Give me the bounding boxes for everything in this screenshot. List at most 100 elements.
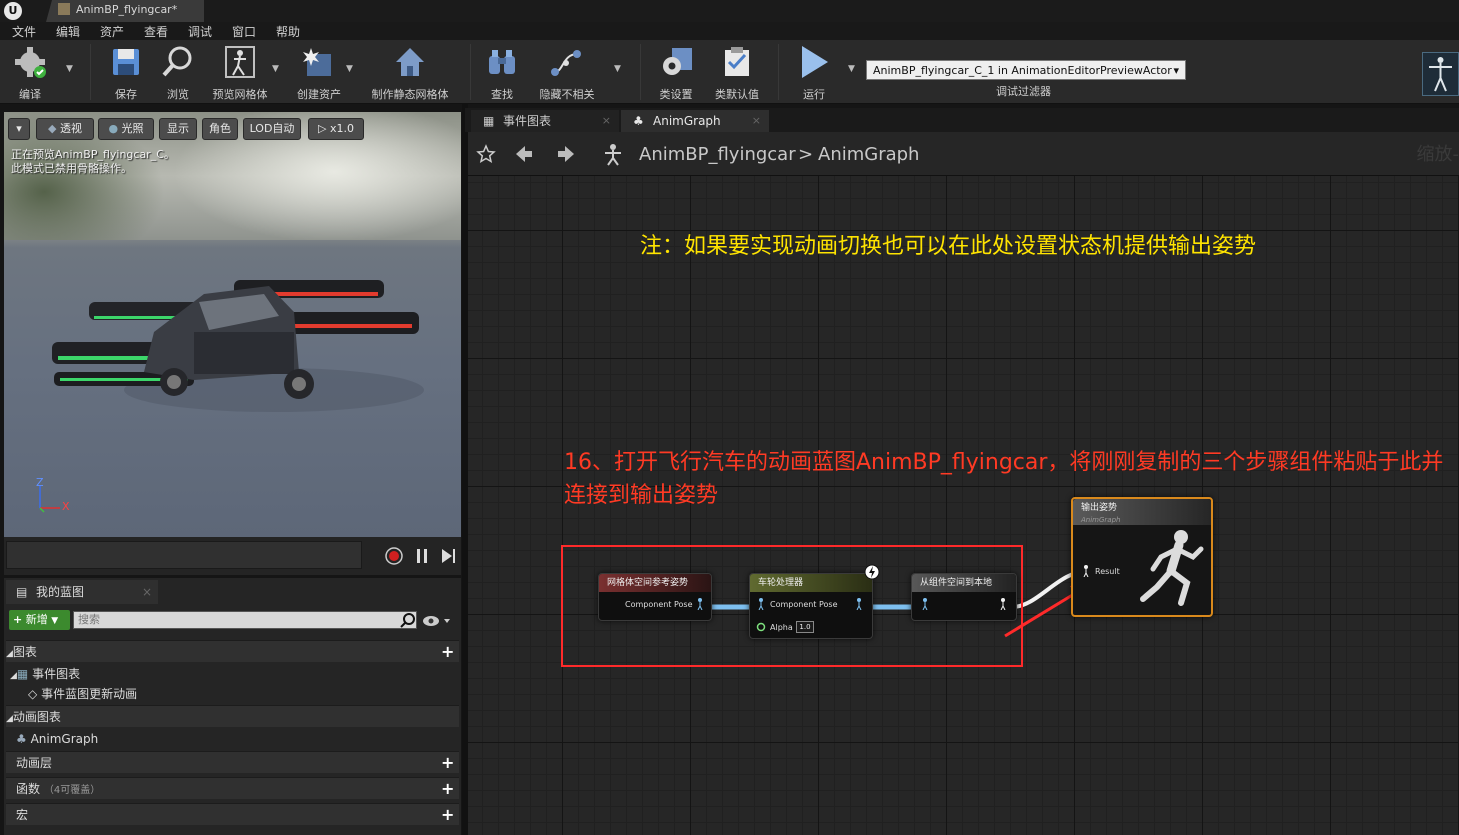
event-graph-item[interactable]: ◢▦ 事件图表 [6,663,459,685]
alpha-value-input[interactable]: 1.0 [796,621,814,633]
add-new-button[interactable]: + 新增 ▼ [9,610,70,630]
event-update-animation-item[interactable]: ◇ 事件蓝图更新动画 [6,683,459,705]
node-wires [704,569,1090,638]
document-tab[interactable]: AnimBP_flyingcar* [46,0,204,22]
timeline-track[interactable] [6,541,362,569]
breadcrumb-blueprint[interactable]: AnimBP_flyingcar [639,144,796,165]
skeleton-mode-button[interactable] [1422,52,1459,96]
my-blueprint-tab-label: 我的蓝图 [36,585,85,599]
anim-graph-canvas[interactable]: 注：如果要实现动画切换也可以在此处设置状态机提供输出姿势 16、打开飞行汽车的动… [468,176,1459,835]
preview-viewport[interactable]: ▾ ◆ 透视 ● 光照 显示 角色 LOD自动 ▷ x1.0 正在预览AnimB… [4,112,461,537]
result-pin-icon[interactable] [1083,565,1089,577]
perspective-button[interactable]: ◆ 透视 [36,118,94,140]
menu-debug[interactable]: 调试 [188,23,212,40]
record-icon[interactable] [384,546,404,566]
hide-unrelated-label: 隐藏不相关 [539,88,595,101]
menu-asset[interactable]: 资产 [100,23,124,40]
lod-auto-button[interactable]: LOD自动 [243,118,301,140]
pause-icon[interactable] [412,546,432,566]
node-wheel-handler[interactable]: 车轮处理器 Component Pose Alpha 1.0 [749,564,880,639]
graph-tab-bar: ▦ 事件图表 × ♣ AnimGraph × [465,108,1459,132]
class-defaults-button[interactable]: 类默认值 [710,42,764,102]
flying-car-model [52,280,424,412]
add-anim-layer-plus-icon[interactable]: + [441,755,454,771]
menu-window[interactable]: 窗口 [232,23,256,40]
make-static-mesh-button[interactable]: 制作静态网格体 [364,42,456,102]
lit-button[interactable]: ● 光照 [98,118,154,140]
class-defaults-label: 类默认值 [715,88,759,101]
tab-anim-graph[interactable]: ♣ AnimGraph × [621,110,769,132]
play-triangle-icon [802,46,828,78]
node-mesh-space-ref-pose[interactable]: 网格体空间参考姿势 Component Pose [598,573,712,621]
toolbar-separator [470,44,471,100]
play-speed-icon: ▷ [318,122,327,135]
add-graph-plus-icon[interactable]: + [441,644,454,660]
browse-button[interactable]: 浏览 [156,42,200,102]
pin-label: Component Pose [770,600,838,609]
hide-unrelated-caret-icon[interactable]: ▼ [614,64,621,74]
bookmark-star-icon[interactable] [476,144,496,164]
search-icon[interactable] [400,612,416,628]
macros-section[interactable]: 宏 + [6,803,459,825]
preview-message-line2: 此模式已禁用骨骼操作。 [11,162,132,175]
node-title: 输出姿势 [1081,503,1118,513]
local-pose-pin-icon[interactable] [1000,598,1006,610]
create-asset-button[interactable]: 创建资产 [292,42,346,102]
close-icon[interactable]: × [752,110,761,132]
step-forward-icon[interactable] [438,546,458,566]
preview-mesh-button[interactable]: 预览网格体 [206,42,274,102]
back-arrow-icon[interactable] [514,144,534,164]
find-button[interactable]: 查找 [480,42,524,102]
graphs-section[interactable]: ◢图表 + [6,640,459,662]
compile-button[interactable]: 编译 [6,42,54,102]
class-settings-label: 类设置 [659,88,693,101]
preview-mesh-caret-icon[interactable]: ▼ [272,64,279,74]
breadcrumb-graph[interactable]: AnimGraph [818,144,919,165]
output-node-header: 输出姿势 AnimGraph [1073,499,1211,525]
play-button[interactable]: 运行 [788,42,840,102]
playback-speed-button[interactable]: ▷ x1.0 [308,118,364,140]
hide-unrelated-button[interactable]: 隐藏不相关 [534,42,600,102]
pose-pin-icon[interactable] [856,598,862,610]
pose-pin-icon[interactable] [758,598,764,610]
alpha-pin-icon[interactable] [756,622,766,632]
functions-section[interactable]: 函数 （4可覆盖） + [6,777,459,799]
create-asset-caret-icon[interactable]: ▼ [346,64,353,74]
close-icon[interactable]: × [142,580,152,604]
my-blueprint-tab[interactable]: ▤ 我的蓝图 × [6,580,158,604]
anim-graph-item[interactable]: ♣ AnimGraph [6,728,459,750]
node-output-pose[interactable]: 输出姿势 AnimGraph Result [1071,497,1213,617]
menu-view[interactable]: 查看 [144,23,168,40]
chevron-down-icon: ▾ [1173,64,1179,77]
menu-help[interactable]: 帮助 [276,23,300,40]
character-button[interactable]: 角色 [202,118,238,140]
tab-event-graph[interactable]: ▦ 事件图表 × [471,110,619,132]
result-pin-label: Result [1095,567,1120,576]
menu-edit[interactable]: 编辑 [56,23,80,40]
save-button[interactable]: 保存 [104,42,148,102]
play-options-caret-icon[interactable]: ▼ [848,64,855,74]
compile-options-caret-icon[interactable]: ▼ [66,64,73,74]
viewport-options-button[interactable]: ▾ [8,118,30,140]
title-bar: U AnimBP_flyingcar* [0,0,1459,22]
pose-pin-icon[interactable] [697,598,703,610]
add-macro-plus-icon[interactable]: + [441,807,454,823]
close-icon[interactable]: × [602,110,611,132]
add-function-plus-icon[interactable]: + [441,781,454,797]
view-options-eye-icon[interactable] [422,614,454,628]
debug-object-select[interactable]: AnimBP_flyingcar_C_1 in AnimationEditorP… [866,60,1186,80]
debug-filter-label: 调试过滤器 [996,85,1051,98]
pin-label: Component Pose [625,600,693,609]
show-button[interactable]: 显示 [159,118,197,140]
forward-arrow-icon[interactable] [556,144,576,164]
anim-layers-section[interactable]: 动画层 + [6,751,459,773]
menu-file[interactable]: 文件 [12,23,36,40]
blueprint-search-input[interactable]: 搜索 [73,611,417,629]
anim-graphs-section[interactable]: ◢动画图表 [6,705,459,727]
search-placeholder: 搜索 [78,613,100,626]
pose-pin-icon[interactable] [922,598,928,610]
class-settings-button[interactable]: 类设置 [652,42,700,102]
play-label: 运行 [803,88,825,101]
node-component-to-local[interactable]: 从组件空间到本地 [911,573,1017,621]
fast-path-lightning-icon [864,564,880,580]
